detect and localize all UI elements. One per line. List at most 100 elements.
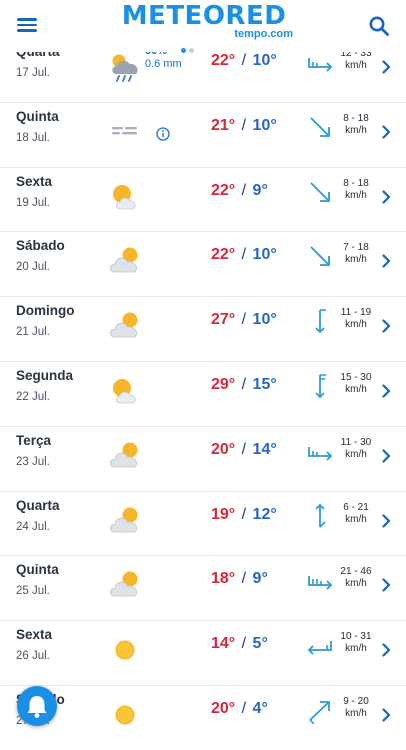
notifications-bell-icon[interactable] [17,686,57,726]
wind-direction-icon [315,374,326,399]
temp-separator: / [237,635,251,653]
max-temperature: 21° [211,116,236,134]
cloud-sun-icon [109,571,138,597]
day-forecast-row[interactable]: Terça 23 Jul. 20° / 14° 11 - 30 km/h [0,427,406,492]
precipitation: 60%0.6 mm [145,52,182,71]
wind-speed: 15 - 30 km/h [336,372,376,396]
day-name: Quinta [16,562,59,578]
forecast-list-card: Quarta17 Jul.60%0.6 mm22° / 10°12 - 33km… [0,52,406,750]
wind-speed: 7 - 18 km/h [336,242,376,266]
chevron-right-icon[interactable] [381,708,391,722]
wind-direction-icon [308,58,333,72]
temp-separator: / [237,570,251,588]
min-temperature: 15° [252,375,277,393]
min-temperature: 10° [252,311,277,329]
logo-main-text: METEORED [121,1,287,31]
wind-range: 15 - 30 [340,371,372,383]
min-temperature: 4° [252,699,268,717]
chevron-right-icon[interactable] [381,384,391,398]
max-temperature: 20° [211,699,236,717]
wind-unit: km/h [345,60,367,71]
day-forecast-row[interactable]: Sábado 20 Jul. 22° / 10° 7 - 18 km/h [0,232,406,298]
temp-separator: / [237,116,251,134]
day-forecast-row[interactable]: Quarta 17 Jul. 60%0.6 mm 22° / 10° 12 - 33km… [0,52,406,103]
cloud-sun-icon [109,507,138,532]
temp-separator: / [237,52,251,69]
day-forecast-row[interactable]: Quinta 25 Jul. 18° / 9° 21 - 46 km/h [0,556,406,622]
max-temperature: 27° [211,311,236,329]
wind-range: 8 - 18 [343,112,369,124]
wind-unit: km/h [345,448,367,460]
sun-cloud-icon [113,184,136,209]
day-forecast-row[interactable]: Domingo 21 Jul. 27° / 10° 11 - 19 km/h [0,297,406,362]
day-name: Segunda [16,367,74,383]
wind-speed: 9 - 20 km/h [336,696,376,720]
temperature-range: 14° / 5° [211,635,268,653]
min-temperature: 10° [252,116,277,134]
meteored-logo[interactable]: METEORED tempo.com [113,2,295,42]
day-date: 19 Jul. [16,196,50,209]
info-icon[interactable] [156,127,170,141]
daily-forecast-list: Quarta17 Jul.60%0.6 mm22° / 10°12 - 33km… [0,52,406,750]
day-forecast-row[interactable]: Sábado27 Jul.20° / 4°9 - 20km/h [0,686,406,750]
day-forecast-row[interactable]: Segunda 22 Jul. 29° / 15° 15 - 30 km/h [0,362,406,427]
chevron-right-icon[interactable] [381,578,391,592]
temp-separator: / [237,505,251,523]
temperature-range: 22° / 9° [211,182,268,200]
day-forecast-row[interactable]: Sexta 26 Jul. 14° / 5° 10 - 31 km/h [0,621,406,686]
wind-range: 11 - 30 [340,436,372,448]
day-date: 18 Jul. [16,131,50,144]
day-date: 21 Jul. [16,326,50,339]
wind-speed: 8 - 18 km/h [336,178,376,202]
day-name: Quinta [16,108,59,124]
wind-speed: 12 - 33 km/h [336,52,376,72]
wind-speed: 10 - 31 km/h [336,631,376,655]
temp-separator: / [237,181,251,199]
day-date: 23 Jul. [16,455,50,468]
wind-direction-icon [310,246,330,267]
chevron-right-icon[interactable] [381,189,391,204]
chevron-right-icon[interactable] [381,254,391,268]
wind-unit: km/h [345,513,367,525]
min-temperature: 9° [252,570,268,588]
day-date: 20 Jul. [16,261,50,274]
chevron-right-icon[interactable] [381,449,391,463]
wind-speed: 6 - 21 km/h [336,502,376,526]
day-forecast-row[interactable]: Sexta 19 Jul. 22° / 9° 8 - 18 km/h [0,168,406,233]
wind-direction-icon [315,309,326,334]
temperature-range: 22° / 10° [211,246,277,264]
wind-range: 9 - 20 [343,695,369,707]
chevron-right-icon[interactable] [381,125,391,139]
wind-unit: km/h [345,707,367,719]
max-temperature: 19° [211,505,236,523]
precip-amount: 0.6 mm [145,58,182,70]
wind-unit: km/h [345,383,367,395]
wind-range: 12 - 33 [340,52,372,59]
hamburger-menu-icon[interactable] [16,15,40,37]
wind-speed: 11 - 30 km/h [336,437,376,461]
chevron-right-icon[interactable] [381,60,391,74]
chevron-right-icon[interactable] [381,513,391,528]
wind-direction-icon [308,446,333,461]
temp-separator: / [237,246,251,264]
temp-separator: / [237,699,251,717]
temperature-range: 19° / 12° [211,506,277,524]
search-icon[interactable] [368,15,390,37]
wind-direction-icon [308,576,333,591]
wind-direction-icon [315,503,326,528]
min-temperature: 12° [252,505,277,523]
cloud-sun-icon [109,247,138,273]
day-forecast-row[interactable]: Quarta 24 Jul. 19° / 12° 6 - 21 km/h [0,492,406,557]
day-date: 24 Jul. [16,520,50,533]
temperature-range: 20° / 14° [211,441,277,459]
temperature-range: 29° / 15° [211,376,277,394]
wind-speed: 11 - 19 km/h [336,307,376,331]
day-date: 26 Jul. [16,650,50,663]
day-forecast-row[interactable]: Quinta 18 Jul. 21° / 10° 8 - 18 km/h [0,103,406,168]
day-name: Terça [16,432,52,448]
temperature-range: 21° / 10° [211,117,277,135]
wind-range: 21 - 46 [340,566,372,578]
chevron-right-icon[interactable] [381,643,391,657]
wind-range: 8 - 18 [343,177,369,189]
chevron-right-icon[interactable] [381,319,391,333]
